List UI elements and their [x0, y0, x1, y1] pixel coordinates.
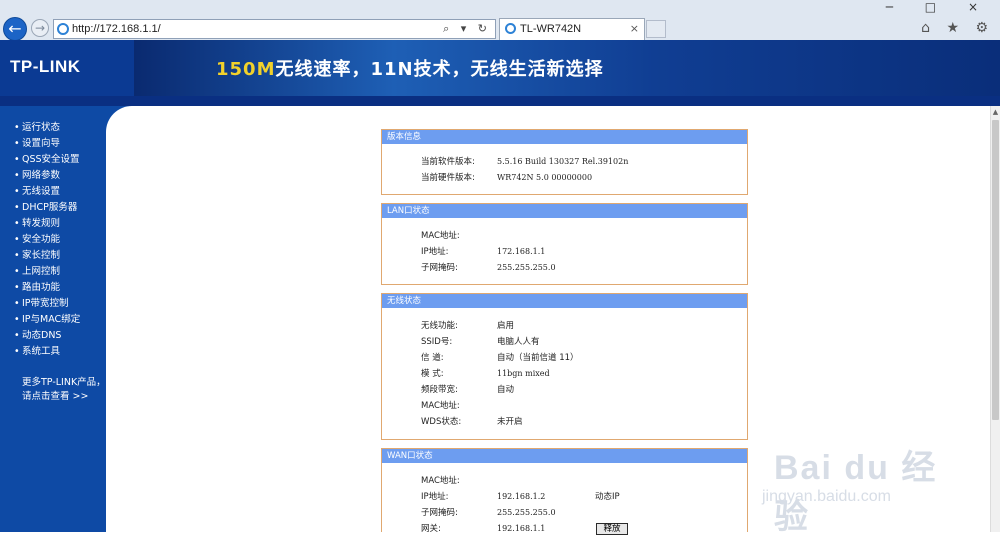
sidebar-item-qss[interactable]: QSS安全设置	[14, 152, 80, 168]
wireless-function-label: 无线功能:	[421, 321, 458, 331]
sidebar-item-ip-mac-binding[interactable]: IP与MAC绑定	[14, 312, 80, 328]
more-products-link[interactable]: 更多TP-LINK产品， 请点击查看 >>	[22, 376, 106, 404]
baidu-watermark: Bai du 经验 jingyan.baidu.com	[760, 434, 970, 536]
wan-mask-value: 255.255.255.0	[497, 508, 556, 517]
url-text[interactable]: http://172.168.1.1/	[72, 21, 161, 37]
sidebar-item-status[interactable]: 运行状态	[14, 120, 80, 136]
sidebar-item-network[interactable]: 网络参数	[14, 168, 80, 184]
panel-title: WAN口状态	[382, 449, 747, 463]
version-panel: 版本信息 当前软件版本: 5.5.16 Build 130327 Rel.391…	[381, 129, 748, 195]
ssid-label: SSID号:	[421, 337, 453, 347]
channel-label: 信 道:	[421, 353, 444, 363]
bandwidth-value: 自动	[497, 385, 515, 395]
banner-slogan: 150M无线速率，11N技术，无线生活新选择	[216, 55, 604, 81]
wireless-status-panel: 无线状态 无线功能: 启用 SSID号: 电脑人人有 信 道: 自动（当前信道 …	[381, 293, 748, 440]
release-button[interactable]: 释放	[596, 523, 628, 535]
lan-mask-value: 255.255.255.0	[497, 263, 556, 272]
browser-toolbar-icons[interactable]: ⌂ ★ ⚙	[921, 20, 994, 36]
browser-chrome: ← → http://172.168.1.1/ ⌕ ▾ ↻ TL-WR742N …	[0, 0, 1000, 41]
sidebar-item-wireless[interactable]: 无线设置	[14, 184, 80, 200]
ie-page-icon	[57, 23, 69, 35]
sidebar-item-system-tools[interactable]: 系统工具	[14, 344, 80, 360]
wan-ip-value: 192.168.1.2	[497, 492, 546, 501]
lan-ip-value: 172.168.1.1	[497, 247, 546, 256]
tp-link-logo: TP-LINK	[10, 57, 81, 76]
sidebar-item-wizard[interactable]: 设置向导	[14, 136, 80, 152]
sidebar-item-bandwidth[interactable]: IP带宽控制	[14, 296, 80, 312]
sidebar-item-ddns[interactable]: 动态DNS	[14, 328, 80, 344]
software-version-value: 5.5.16 Build 130327 Rel.39102n	[497, 157, 629, 166]
wan-ip-label: IP地址:	[421, 492, 449, 502]
scrollbar-thumb[interactable]	[992, 120, 999, 420]
vertical-scrollbar[interactable]: ▲	[990, 106, 1000, 532]
channel-value: 自动（当前信道 11）	[497, 353, 579, 363]
new-tab-button[interactable]	[646, 20, 666, 38]
sidebar-item-forwarding[interactable]: 转发规则	[14, 216, 80, 232]
panel-title: 版本信息	[382, 130, 747, 144]
router-banner: TP-LINK 150M无线速率，11N技术，无线生活新选择	[0, 40, 1000, 96]
sidebar-item-dhcp[interactable]: DHCP服务器	[14, 200, 80, 216]
slogan-text: 无线速率，11N技术，无线生活新选择	[275, 59, 604, 80]
panel-title: 无线状态	[382, 294, 747, 308]
tab-close-icon[interactable]: ×	[630, 22, 639, 36]
back-arrow-icon: ←	[8, 19, 22, 38]
lan-status-panel: LAN口状态 MAC地址: IP地址: 172.168.1.1 子网掩码: 25…	[381, 203, 748, 285]
tab-tl-wr742n[interactable]: TL-WR742N ×	[499, 18, 645, 40]
bandwidth-label: 频段带宽:	[421, 385, 458, 395]
wds-value: 未开启	[497, 417, 523, 427]
address-bar[interactable]: http://172.168.1.1/ ⌕ ▾ ↻	[53, 19, 496, 39]
banner-bottom-bar	[0, 96, 1000, 106]
hardware-version-label: 当前硬件版本:	[421, 173, 475, 183]
watermark-url: jingyan.baidu.com	[762, 488, 891, 505]
wds-label: WDS状态:	[421, 417, 462, 427]
tab-page-icon	[505, 23, 516, 34]
hardware-version-value: WR742N 5.0 00000000	[497, 173, 593, 182]
tab-title: TL-WR742N	[520, 23, 582, 35]
lan-mac-label: MAC地址:	[421, 231, 460, 241]
sidebar-item-security[interactable]: 安全功能	[14, 232, 80, 248]
forward-arrow-icon: →	[34, 21, 46, 35]
sidebar-menu: 运行状态 设置向导 QSS安全设置 网络参数 无线设置 DHCP服务器 转发规则…	[14, 120, 80, 360]
sidebar-item-access-control[interactable]: 上网控制	[14, 264, 80, 280]
sidebar-item-routing[interactable]: 路由功能	[14, 280, 80, 296]
lan-mask-label: 子网掩码:	[421, 263, 458, 273]
wan-gateway-label: 网关:	[421, 524, 441, 534]
wan-status-panel: WAN口状态 MAC地址: IP地址: 192.168.1.2 动态IP 子网掩…	[381, 448, 748, 535]
panel-title: LAN口状态	[382, 204, 747, 218]
wan-ip-type: 动态IP	[595, 492, 620, 502]
mode-label: 模 式:	[421, 369, 444, 379]
sidebar-item-parental[interactable]: 家长控制	[14, 248, 80, 264]
more-products-line2: 请点击查看 >>	[22, 391, 89, 402]
slogan-highlight: 150M	[216, 59, 276, 80]
wan-mask-label: 子网掩码:	[421, 508, 458, 518]
wireless-mac-label: MAC地址:	[421, 401, 460, 411]
forward-button[interactable]: →	[31, 19, 49, 37]
wan-gateway-value: 192.168.1.1	[497, 524, 546, 533]
window-controls[interactable]: ─ □ ×	[886, 0, 992, 14]
ssid-value: 电脑人人有	[497, 337, 540, 347]
mode-value: 11bgn mixed	[497, 369, 550, 378]
lan-ip-label: IP地址:	[421, 247, 449, 257]
wan-mac-label: MAC地址:	[421, 476, 460, 486]
software-version-label: 当前软件版本:	[421, 157, 475, 167]
wireless-function-value: 启用	[497, 321, 515, 331]
back-button[interactable]: ←	[3, 17, 27, 41]
address-bar-icons[interactable]: ⌕ ▾ ↻	[443, 21, 491, 37]
logo-area: TP-LINK	[0, 40, 134, 96]
scroll-up-icon[interactable]: ▲	[991, 108, 1000, 116]
more-products-line1: 更多TP-LINK产品，	[22, 377, 106, 388]
